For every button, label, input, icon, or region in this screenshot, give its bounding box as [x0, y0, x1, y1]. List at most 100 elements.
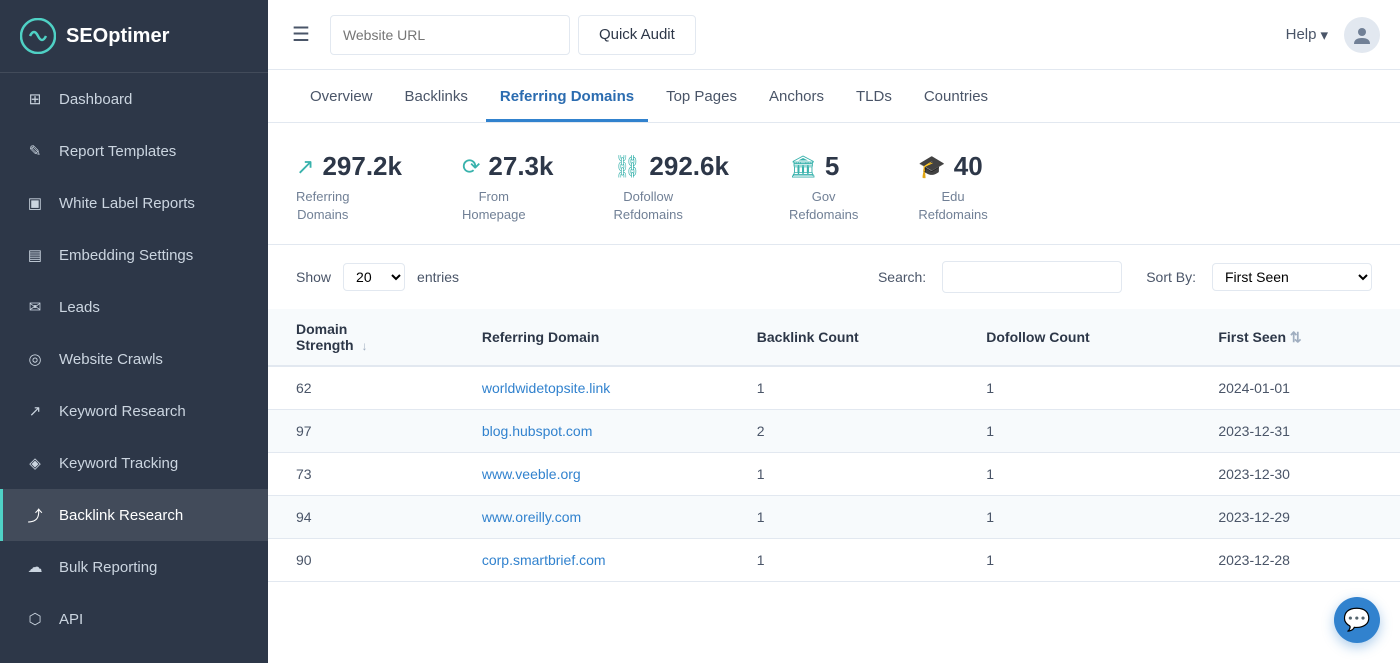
referring-domains-table: DomainStrength ↓Referring DomainBacklink…	[268, 309, 1400, 582]
sidebar-item-dashboard[interactable]: ⊞ Dashboard	[0, 73, 268, 125]
domain-link[interactable]: www.oreilly.com	[482, 509, 581, 525]
domain-link[interactable]: blog.hubspot.com	[482, 423, 593, 439]
entries-select[interactable]: 102050100	[343, 263, 405, 291]
help-button[interactable]: Help ▾	[1286, 26, 1328, 44]
page-content: OverviewBacklinksReferring DomainsTop Pa…	[268, 70, 1400, 663]
user-avatar[interactable]	[1344, 17, 1380, 53]
table-row: 94 www.oreilly.com 1 1 2023-12-29	[268, 496, 1400, 539]
cell-domain[interactable]: www.veeble.org	[466, 453, 741, 496]
nav-icon-keyword-tracking: ◈	[25, 453, 45, 473]
stat-value-from-homepage: 27.3k	[488, 151, 553, 182]
stat-value-edu-refdomains: 40	[954, 151, 983, 182]
tab-countries[interactable]: Countries	[910, 70, 1002, 122]
stat-icon-referring-domains: ↗	[296, 154, 314, 180]
nav-icon-dashboard: ⊞	[25, 89, 45, 109]
stat-icon-from-homepage: ⟳	[462, 154, 480, 180]
nav-icon-backlink-research: ⤴	[25, 505, 45, 525]
domain-link[interactable]: worldwidetopsite.link	[482, 380, 610, 396]
sidebar-item-leads[interactable]: ✉ Leads	[0, 281, 268, 333]
cell-domain[interactable]: worldwidetopsite.link	[466, 366, 741, 410]
sidebar-item-report-templates[interactable]: ✎ Report Templates	[0, 125, 268, 177]
tab-overview[interactable]: Overview	[296, 70, 387, 122]
stat-dofollow-refdomains: ⛓ 292.6k DofollowRefdomains	[613, 151, 728, 224]
cell-dofollow: 1	[970, 453, 1202, 496]
sidebar-item-keyword-tracking[interactable]: ◈ Keyword Tracking	[0, 437, 268, 489]
nav-label-keyword-research: Keyword Research	[59, 403, 186, 420]
domain-link[interactable]: www.veeble.org	[482, 466, 581, 482]
entries-label: entries	[417, 269, 459, 285]
nav-label-bulk-reporting: Bulk Reporting	[59, 559, 157, 576]
tab-referring-domains[interactable]: Referring Domains	[486, 70, 648, 122]
stat-value-dofollow-refdomains: 292.6k	[649, 151, 729, 182]
nav-icon-report-templates: ✎	[25, 141, 45, 161]
cell-dofollow: 1	[970, 366, 1202, 410]
cell-backlinks: 2	[741, 410, 970, 453]
cell-dofollow: 1	[970, 539, 1202, 582]
stat-gov-refdomains: 🏛 5 GovRefdomains	[789, 151, 858, 224]
domain-link[interactable]: corp.smartbrief.com	[482, 552, 606, 568]
quick-audit-button[interactable]: Quick Audit	[578, 15, 696, 55]
sidebar-item-backlink-research[interactable]: ⤴ Backlink Research	[0, 489, 268, 541]
sidebar-item-keyword-research[interactable]: ↗ Keyword Research	[0, 385, 268, 437]
table-header: DomainStrength ↓Referring DomainBacklink…	[268, 309, 1400, 366]
cell-domain[interactable]: www.oreilly.com	[466, 496, 741, 539]
cell-backlinks: 1	[741, 496, 970, 539]
tab-top-pages[interactable]: Top Pages	[652, 70, 751, 122]
nav-label-leads: Leads	[59, 299, 100, 316]
cell-first-seen: 2024-01-01	[1202, 366, 1400, 410]
nav-label-report-templates: Report Templates	[59, 143, 176, 160]
col-header-first-seen[interactable]: First Seen ⇅	[1202, 309, 1400, 366]
nav-label-website-crawls: Website Crawls	[59, 351, 163, 368]
nav-icon-embedding-settings: ▤	[25, 245, 45, 265]
cell-strength: 73	[268, 453, 466, 496]
tab-backlinks[interactable]: Backlinks	[391, 70, 482, 122]
tab-tlds[interactable]: TLDs	[842, 70, 906, 122]
url-input[interactable]	[330, 15, 570, 55]
cell-strength: 94	[268, 496, 466, 539]
cell-backlinks: 1	[741, 453, 970, 496]
nav-label-embedding-settings: Embedding Settings	[59, 247, 193, 264]
sidebar-item-white-label-reports[interactable]: ▣ White Label Reports	[0, 177, 268, 229]
filter-icon[interactable]: ⇅	[1290, 329, 1302, 345]
sidebar-item-api[interactable]: ⬡ API	[0, 593, 268, 645]
sort-arrow-domain-strength: ↓	[361, 339, 367, 353]
help-chevron-icon: ▾	[1320, 26, 1328, 44]
table-row: 62 worldwidetopsite.link 1 1 2024-01-01	[268, 366, 1400, 410]
table-body: 62 worldwidetopsite.link 1 1 2024-01-01 …	[268, 366, 1400, 582]
nav-icon-bulk-reporting: ☁	[25, 557, 45, 577]
search-label: Search:	[878, 269, 926, 285]
help-label: Help	[1286, 26, 1317, 43]
table-row: 90 corp.smartbrief.com 1 1 2023-12-28	[268, 539, 1400, 582]
cell-domain[interactable]: blog.hubspot.com	[466, 410, 741, 453]
sidebar-item-website-crawls[interactable]: ◎ Website Crawls	[0, 333, 268, 385]
topbar: ☰ Quick Audit Help ▾	[268, 0, 1400, 70]
nav-icon-website-crawls: ◎	[25, 349, 45, 369]
sidebar-nav: ⊞ Dashboard ✎ Report Templates ▣ White L…	[0, 73, 268, 645]
cell-domain[interactable]: corp.smartbrief.com	[466, 539, 741, 582]
logo-icon	[20, 18, 56, 54]
show-label: Show	[296, 269, 331, 285]
stat-value-referring-domains: 297.2k	[322, 151, 402, 182]
search-input[interactable]	[942, 261, 1122, 293]
cell-first-seen: 2023-12-28	[1202, 539, 1400, 582]
col-header-backlink-count: Backlink Count	[741, 309, 970, 366]
stat-label-dofollow-refdomains: DofollowRefdomains	[613, 188, 682, 224]
tab-anchors[interactable]: Anchors	[755, 70, 838, 122]
chat-button[interactable]: 💬	[1334, 597, 1380, 643]
sidebar-item-bulk-reporting[interactable]: ☁ Bulk Reporting	[0, 541, 268, 593]
sidebar-item-embedding-settings[interactable]: ▤ Embedding Settings	[0, 229, 268, 281]
nav-label-dashboard: Dashboard	[59, 91, 132, 108]
user-icon	[1351, 24, 1373, 46]
col-header-domain-strength[interactable]: DomainStrength ↓	[268, 309, 466, 366]
stat-value-gov-refdomains: 5	[825, 151, 839, 182]
hamburger-button[interactable]: ☰	[288, 18, 314, 51]
stat-value-row-from-homepage: ⟳ 27.3k	[462, 151, 554, 182]
cell-dofollow: 1	[970, 410, 1202, 453]
nav-label-keyword-tracking: Keyword Tracking	[59, 455, 178, 472]
stat-icon-edu-refdomains: 🎓	[918, 154, 945, 180]
stat-label-gov-refdomains: GovRefdomains	[789, 188, 858, 224]
sort-select[interactable]: First SeenDomain StrengthBacklink CountD…	[1212, 263, 1372, 291]
main-content: ☰ Quick Audit Help ▾ OverviewBacklinksRe…	[268, 0, 1400, 663]
stat-icon-dofollow-refdomains: ⛓	[613, 154, 641, 180]
cell-first-seen: 2023-12-29	[1202, 496, 1400, 539]
